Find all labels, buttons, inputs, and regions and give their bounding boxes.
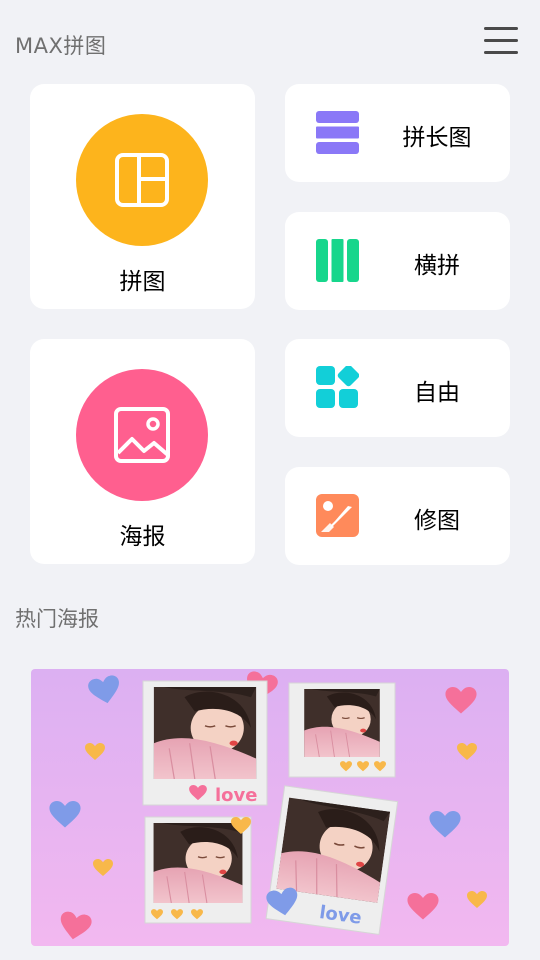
photo-frame: love xyxy=(142,680,268,806)
poster-card[interactable]: 海报 xyxy=(30,339,255,564)
poster-artwork: love love xyxy=(31,669,509,946)
collage-layout-icon xyxy=(115,153,169,207)
collage-card[interactable]: 拼图 xyxy=(30,84,255,309)
top-bar: MAX拼图 xyxy=(0,0,540,84)
freestyle-card[interactable]: 自由 xyxy=(285,339,510,437)
hamburger-menu-icon[interactable] xyxy=(482,24,520,58)
side-stitch-label: 横拼 xyxy=(414,253,460,279)
poster-caption-1: love xyxy=(215,785,257,806)
app-title: MAX拼图 xyxy=(15,34,107,58)
shapes-grid-icon xyxy=(316,366,359,408)
popular-posters-title: 热门海报 xyxy=(15,607,99,631)
long-stitch-label: 拼长图 xyxy=(402,125,472,151)
retouch-label: 修图 xyxy=(414,508,460,534)
retouch-card[interactable]: 修图 xyxy=(285,467,510,565)
freestyle-label: 自由 xyxy=(414,380,460,406)
collage-label: 拼图 xyxy=(119,269,166,295)
poster-icon-circle xyxy=(76,369,208,501)
long-stitch-card[interactable]: 拼长图 xyxy=(285,84,510,182)
photo-edit-icon xyxy=(316,494,359,537)
menu-line xyxy=(484,27,518,30)
photo-frame xyxy=(144,816,252,924)
image-frame-icon xyxy=(114,407,170,463)
poster-label: 海报 xyxy=(119,524,166,550)
poster-thumbnail[interactable]: love love xyxy=(31,669,509,946)
side-stitch-card[interactable]: 横拼 xyxy=(285,212,510,310)
photo-frame xyxy=(288,682,396,778)
menu-line xyxy=(484,39,518,42)
collage-icon-circle xyxy=(76,114,208,246)
vertical-bars-icon xyxy=(316,239,359,282)
menu-line xyxy=(484,51,518,54)
horizontal-bars-icon xyxy=(316,111,359,154)
